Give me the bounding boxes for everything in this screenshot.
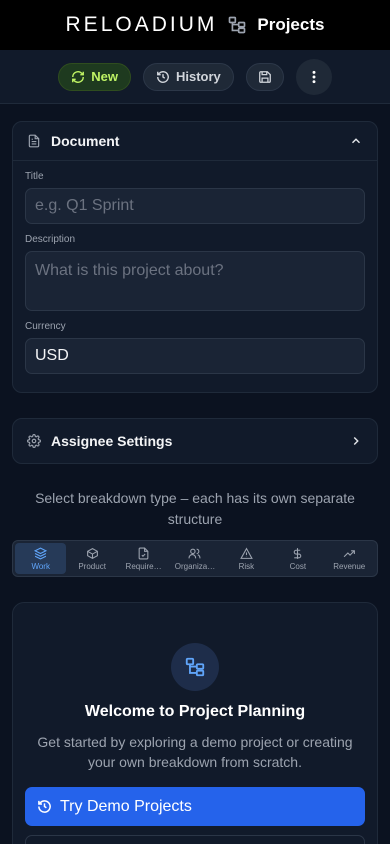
description-textarea[interactable]: What is this project about? [25, 251, 365, 311]
welcome-icon-badge [171, 643, 219, 691]
assignee-settings-header[interactable]: Assignee Settings [13, 419, 377, 463]
title-label: Title [25, 171, 44, 182]
assignee-settings-title: Assignee Settings [51, 433, 173, 449]
tab-label: Risk [238, 561, 255, 571]
tab-label: Organiza… [174, 561, 216, 571]
save-button[interactable] [245, 62, 284, 91]
welcome-description: Get started by exploring a demo project … [37, 734, 353, 770]
chevron-right-icon [353, 437, 359, 445]
refresh-icon [72, 70, 85, 83]
description-label: Description [25, 234, 76, 245]
tab-organization[interactable]: Organiza… [169, 543, 220, 574]
document-card-header[interactable]: Document [13, 122, 377, 160]
new-button-label: New [91, 69, 118, 84]
tab-cost[interactable]: Cost [272, 543, 323, 574]
try-demo-projects-button[interactable]: Try Demo Projects [25, 787, 365, 826]
tab-requirements[interactable]: Require… [118, 543, 169, 574]
tree-structure-icon [185, 657, 205, 677]
divider [13, 160, 377, 161]
tab-label: Work [31, 561, 50, 571]
app-title: Projects [257, 15, 325, 34]
dollar-icon [294, 547, 302, 559]
toolbar: New History [0, 50, 390, 104]
tab-label: Revenue [333, 561, 366, 571]
assignee-settings-card[interactable]: Assignee Settings [12, 418, 378, 464]
more-vertical-icon [312, 70, 316, 83]
tab-label: Product [78, 561, 106, 571]
save-icon [258, 70, 271, 83]
history-button[interactable]: History [142, 62, 234, 91]
tab-product[interactable]: Product [66, 543, 117, 574]
document-section-title: Document [51, 133, 120, 149]
trending-up-icon [343, 549, 355, 557]
breakdown-tabs: Work Product Require… Organiza… Risk Cos… [12, 540, 378, 577]
tab-revenue[interactable]: Revenue [324, 543, 375, 574]
warning-icon [240, 547, 253, 559]
file-icon [28, 134, 40, 148]
chevron-up-icon[interactable] [349, 134, 363, 148]
try-demo-projects-label: Try Demo Projects [60, 797, 192, 815]
breakdown-helper-text: Select breakdown type – each has its own… [35, 490, 355, 527]
gear-icon [27, 434, 41, 448]
history-icon [38, 800, 51, 813]
tab-label: Require… [125, 561, 162, 571]
welcome-title: Welcome to Project Planning [84, 703, 306, 720]
brand-logo: RELOADIUM [65, 13, 218, 36]
welcome-card: Welcome to Project Planning Get started … [12, 602, 378, 844]
tab-label: Cost [289, 561, 307, 571]
history-icon [157, 70, 169, 83]
history-button-label: History [175, 69, 221, 84]
more-options-button[interactable] [295, 58, 332, 95]
file-check-icon [138, 547, 149, 559]
users-icon [189, 548, 201, 558]
secondary-action-button[interactable] [25, 835, 365, 844]
package-icon [86, 547, 98, 559]
layers-icon [34, 546, 48, 560]
top-bar: RELOADIUM Projects [0, 0, 390, 50]
new-button[interactable]: New [58, 62, 131, 91]
document-card: Document Title e.g. Q1 Sprint Descriptio… [12, 121, 378, 393]
tab-work[interactable]: Work [15, 543, 67, 574]
title-input[interactable]: e.g. Q1 Sprint [25, 188, 365, 224]
currency-label: Currency [25, 321, 66, 332]
tree-structure-icon [227, 15, 247, 35]
currency-input[interactable]: USD [25, 338, 365, 374]
tab-risk[interactable]: Risk [221, 543, 272, 574]
